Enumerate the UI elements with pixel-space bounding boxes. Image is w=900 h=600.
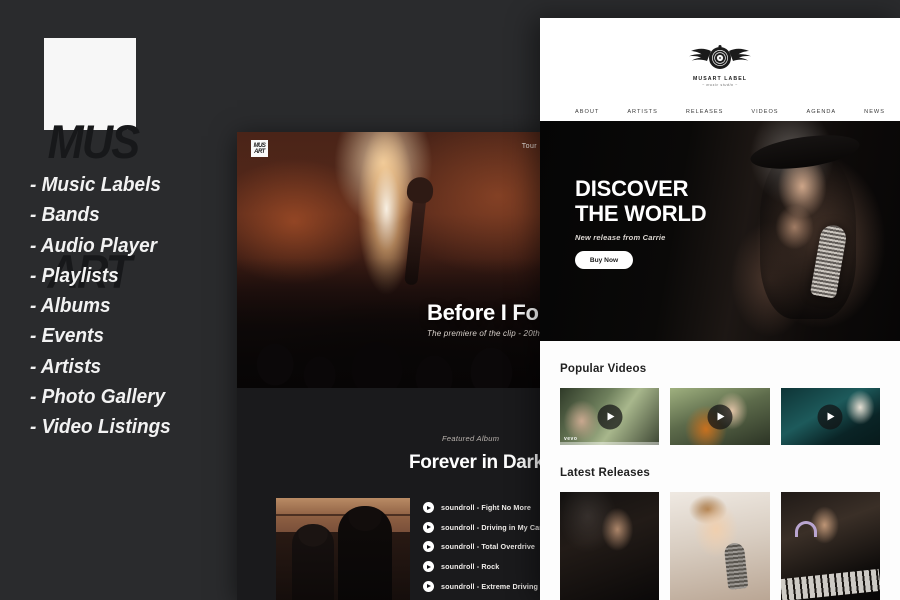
- light-hero-subtitle: New release from Carrie: [575, 233, 666, 242]
- play-button-icon[interactable]: [707, 404, 733, 429]
- track-row[interactable]: soundroll - Rock: [423, 557, 555, 577]
- vevo-watermark: vevo: [564, 436, 578, 442]
- nav-item-artists[interactable]: ARTISTS: [627, 109, 658, 115]
- play-button-icon[interactable]: [817, 404, 843, 429]
- nav-item-about[interactable]: ABOUT: [575, 109, 599, 115]
- nav-item-videos[interactable]: VIDEOS: [751, 109, 778, 115]
- track-play-icon[interactable]: [423, 521, 434, 533]
- video-card[interactable]: [670, 388, 770, 445]
- video-progress-bar[interactable]: [560, 442, 660, 445]
- release-card[interactable]: [670, 492, 770, 600]
- feature-list: - Music Labels - Bands - Audio Player - …: [30, 170, 240, 443]
- track-row[interactable]: soundroll - Driving in My Car: [423, 518, 555, 538]
- feature-item: - Video Listings: [30, 416, 171, 439]
- track-label: soundroll - Rock: [441, 562, 500, 572]
- screenshot-stage: MUS ART - Music Labels - Bands - Audio P…: [0, 0, 900, 600]
- feature-item: - Playlists: [30, 264, 119, 287]
- feature-item: - Artists: [30, 355, 102, 378]
- winged-vinyl-icon: [540, 40, 900, 74]
- featured-album-title: Forever in Darkne: [409, 452, 555, 473]
- latest-releases-section: Latest Releases: [540, 467, 900, 600]
- release-card[interactable]: [780, 492, 880, 600]
- buy-now-button[interactable]: Buy Now: [575, 251, 633, 269]
- track-row[interactable]: soundroll - Fight No More: [423, 498, 555, 518]
- dark-featured-album-section: Featured Album Forever in Darkne soundro…: [237, 388, 555, 600]
- featured-album-eyebrow: Featured Album: [442, 434, 500, 443]
- feature-item: - Events: [30, 325, 104, 348]
- track-play-icon[interactable]: [423, 580, 434, 592]
- badge-line-2: ART: [254, 148, 265, 155]
- logo-brand-name: MUSART LABEL: [692, 76, 748, 82]
- track-play-icon[interactable]: [423, 561, 434, 573]
- dark-site-logo-badge[interactable]: MUS ART: [251, 140, 268, 157]
- light-site-mockup: MUSART LABEL ~ music studio ~ ABOUT ARTI…: [540, 18, 900, 600]
- feature-item: - Music Labels: [30, 174, 161, 196]
- track-label: soundroll - Driving in My Car: [441, 522, 543, 532]
- light-hero-section: DISCOVER THE WORLD New release from Carr…: [540, 121, 900, 341]
- track-list: soundroll - Fight No More soundroll - Dr…: [423, 498, 555, 596]
- musart-label-logo[interactable]: MUSART LABEL ~ music studio ~: [540, 40, 900, 87]
- track-play-icon[interactable]: [423, 541, 434, 553]
- latest-releases-title: Latest Releases: [560, 467, 650, 479]
- nav-item-news[interactable]: NEWS: [864, 109, 885, 115]
- dark-hero-subtitle: The premiere of the clip - 20th Septembe…: [427, 329, 555, 338]
- cover-figure-right: [338, 506, 392, 600]
- dark-site-mockup: MUS ART Tour Before I Forget The premier…: [237, 132, 555, 600]
- headphones-decoration: [794, 520, 817, 537]
- piano-keys-decoration: [780, 568, 880, 600]
- musart-logo-plate: [44, 38, 136, 130]
- nav-item-tour[interactable]: Tour: [522, 143, 537, 150]
- microphone-decoration: [723, 541, 749, 590]
- dark-hero-title: Before I Forget: [427, 300, 555, 325]
- dark-hero-section: MUS ART Tour Before I Forget The premier…: [237, 132, 555, 388]
- track-row[interactable]: soundroll - Extreme Driving: [423, 576, 555, 596]
- track-label: soundroll - Extreme Driving: [441, 581, 538, 591]
- popular-videos-section: Popular Videos vevo: [540, 363, 900, 445]
- popular-videos-title: Popular Videos: [560, 363, 647, 375]
- light-site-header: MUSART LABEL ~ music studio ~ ABOUT ARTI…: [540, 18, 900, 121]
- promo-column: MUS ART - Music Labels - Bands - Audio P…: [0, 0, 240, 600]
- track-play-icon[interactable]: [423, 502, 434, 514]
- track-label: soundroll - Total Overdrive: [441, 542, 536, 552]
- latest-releases-grid: [560, 492, 880, 600]
- feature-item: - Bands: [30, 204, 100, 227]
- light-hero-title: DISCOVER THE WORLD: [575, 176, 707, 226]
- main-navigation: ABOUT ARTISTS RELEASES VIDEOS AGENDA NEW…: [540, 109, 900, 115]
- track-label: soundroll - Fight No More: [441, 503, 531, 513]
- nav-item-agenda[interactable]: AGENDA: [807, 109, 837, 115]
- nav-item-releases[interactable]: RELEASES: [686, 109, 724, 115]
- feature-item: - Photo Gallery: [30, 386, 166, 409]
- hero-title-line-1: DISCOVER: [575, 176, 689, 201]
- video-card[interactable]: vevo: [560, 388, 660, 445]
- feature-item: - Audio Player: [30, 234, 158, 257]
- release-card[interactable]: [560, 492, 660, 600]
- cover-figure-left: [292, 524, 334, 600]
- logo-tagline: ~ music studio ~: [702, 83, 738, 87]
- feature-item: - Albums: [30, 295, 111, 318]
- video-card[interactable]: [780, 388, 880, 445]
- hero-title-line-2: THE WORLD: [575, 200, 707, 226]
- track-row[interactable]: soundroll - Total Overdrive: [423, 537, 555, 557]
- popular-videos-grid: vevo: [560, 388, 880, 445]
- play-button-icon[interactable]: [597, 404, 623, 429]
- album-cover-art: [276, 498, 410, 600]
